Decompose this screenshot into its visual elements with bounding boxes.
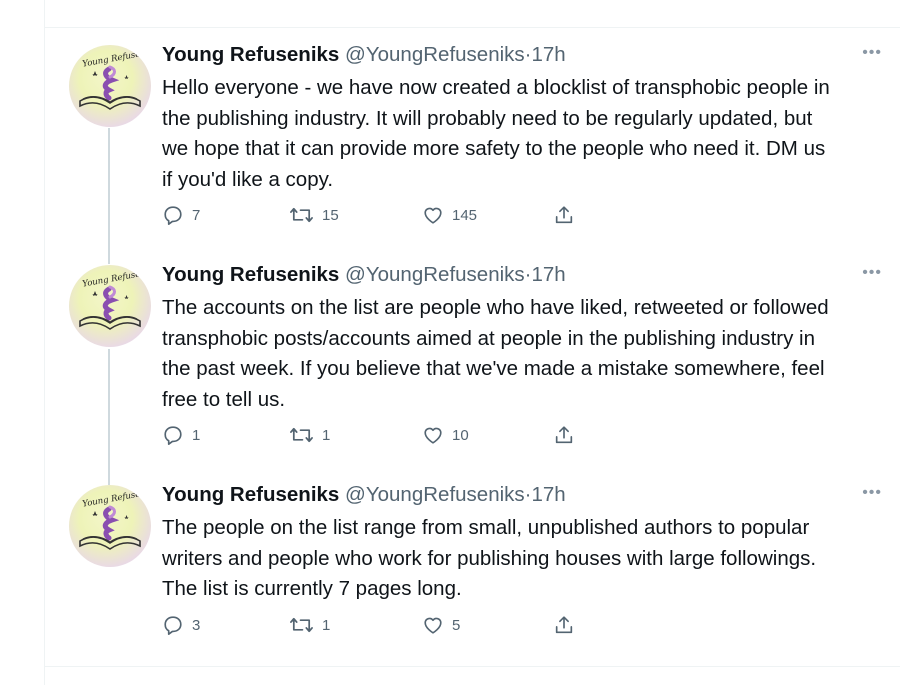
retweet-icon <box>290 427 313 443</box>
like-button[interactable]: 10 <box>422 422 469 448</box>
like-count: 5 <box>452 616 461 634</box>
heart-icon <box>424 207 442 224</box>
like-button[interactable]: 5 <box>422 612 460 638</box>
avatar[interactable]: Young Refuseniks <box>69 265 151 347</box>
retweet-count: 1 <box>322 426 331 444</box>
retweet-icon <box>290 207 313 223</box>
tweet-text: Hello everyone - we have now created a b… <box>162 73 892 195</box>
more-icon[interactable]: ••• <box>862 264 882 282</box>
like-count: 145 <box>452 206 478 224</box>
share-button[interactable] <box>553 422 575 448</box>
timestamp[interactable]: 17h <box>531 43 565 66</box>
heart-icon <box>424 617 442 634</box>
reply-count: 1 <box>192 426 201 444</box>
reply-count: 7 <box>192 206 201 224</box>
tweet-text-line: we hope that it can provide more safety … <box>162 137 826 160</box>
share-icon <box>555 616 573 634</box>
divider <box>45 27 900 28</box>
tweet-header: Young Refuseniks @YoungRefuseniks·17h <box>162 43 566 71</box>
tweet-text-line: transphobic posts/accounts aimed at peop… <box>162 326 815 350</box>
like-button[interactable]: 145 <box>422 202 477 228</box>
retweet-icon <box>290 617 313 633</box>
tweet[interactable]: Young Refuseniks Young Refuseniks @Young… <box>45 43 900 233</box>
tweet-text-line: Hello everyone - we have now created a b… <box>162 76 830 99</box>
reply-button[interactable]: 7 <box>162 202 200 228</box>
tweet-text-line: The accounts on the list are people who … <box>162 296 829 319</box>
heart-icon <box>424 427 442 444</box>
retweet-button[interactable]: 15 <box>289 202 339 228</box>
like-count: 10 <box>452 426 469 444</box>
tweet-text-line: writers and people who work for publishi… <box>162 546 817 570</box>
retweet-button[interactable]: 1 <box>289 422 330 448</box>
more-icon[interactable]: ••• <box>862 484 882 502</box>
reply-icon <box>164 206 182 225</box>
retweet-count: 1 <box>322 616 331 634</box>
timestamp[interactable]: 17h <box>531 483 565 506</box>
tweet-text-line: The people on the list range from small,… <box>162 516 810 539</box>
handle[interactable]: @YoungRefuseniks <box>345 483 525 506</box>
avatar[interactable]: Young Refuseniks <box>69 485 151 567</box>
action-bar: 1 1 10 <box>162 422 622 448</box>
reply-button[interactable]: 1 <box>162 422 200 448</box>
reply-icon <box>164 426 182 445</box>
action-bar: 3 1 5 <box>162 612 622 638</box>
display-name[interactable]: Young Refuseniks <box>162 483 339 506</box>
previous-tweet-actions <box>162 0 582 6</box>
more-icon[interactable]: ••• <box>862 44 882 62</box>
retweet-button[interactable]: 1 <box>289 612 330 638</box>
action-bar: 7 15 145 <box>162 202 622 228</box>
reply-button[interactable]: 3 <box>162 612 200 638</box>
book-logo-icon <box>79 505 141 550</box>
handle[interactable]: @YoungRefuseniks <box>345 263 525 286</box>
reply-count: 3 <box>192 616 201 634</box>
divider <box>45 666 900 667</box>
tweet-header: Young Refuseniks @YoungRefuseniks·17h <box>162 483 566 511</box>
book-logo-icon <box>79 65 141 110</box>
handle[interactable]: @YoungRefuseniks <box>345 43 525 66</box>
tweet[interactable]: Young Refuseniks Young Refuseniks @Young… <box>45 263 900 453</box>
tweet-text-line: the past week. If you believe that we've… <box>162 357 825 380</box>
tweet-text: The people on the list range from small,… <box>162 513 892 605</box>
tweet-text: The accounts on the list are people who … <box>162 293 892 415</box>
share-button[interactable] <box>553 202 575 228</box>
tweet[interactable]: Young Refuseniks Young Refuseniks @Young… <box>45 483 900 653</box>
retweet-count: 15 <box>322 206 339 224</box>
book-logo-icon <box>79 285 141 330</box>
timestamp[interactable]: 17h <box>531 263 565 286</box>
share-icon <box>555 426 573 444</box>
share-icon <box>555 206 573 224</box>
display-name[interactable]: Young Refuseniks <box>162 263 339 286</box>
display-name[interactable]: Young Refuseniks <box>162 43 339 66</box>
tweet-header: Young Refuseniks @YoungRefuseniks·17h <box>162 263 566 291</box>
share-button[interactable] <box>553 612 575 638</box>
tweet-text-line: The list is currently 7 pages long. <box>162 577 462 600</box>
tweet-text-line: if you'd like a copy. <box>162 167 334 191</box>
avatar[interactable]: Young Refuseniks <box>69 45 151 127</box>
tweet-text-line: the publishing industry. It will probabl… <box>162 106 813 130</box>
reply-icon <box>164 616 182 635</box>
tweet-text-line: free to tell us. <box>162 387 286 411</box>
